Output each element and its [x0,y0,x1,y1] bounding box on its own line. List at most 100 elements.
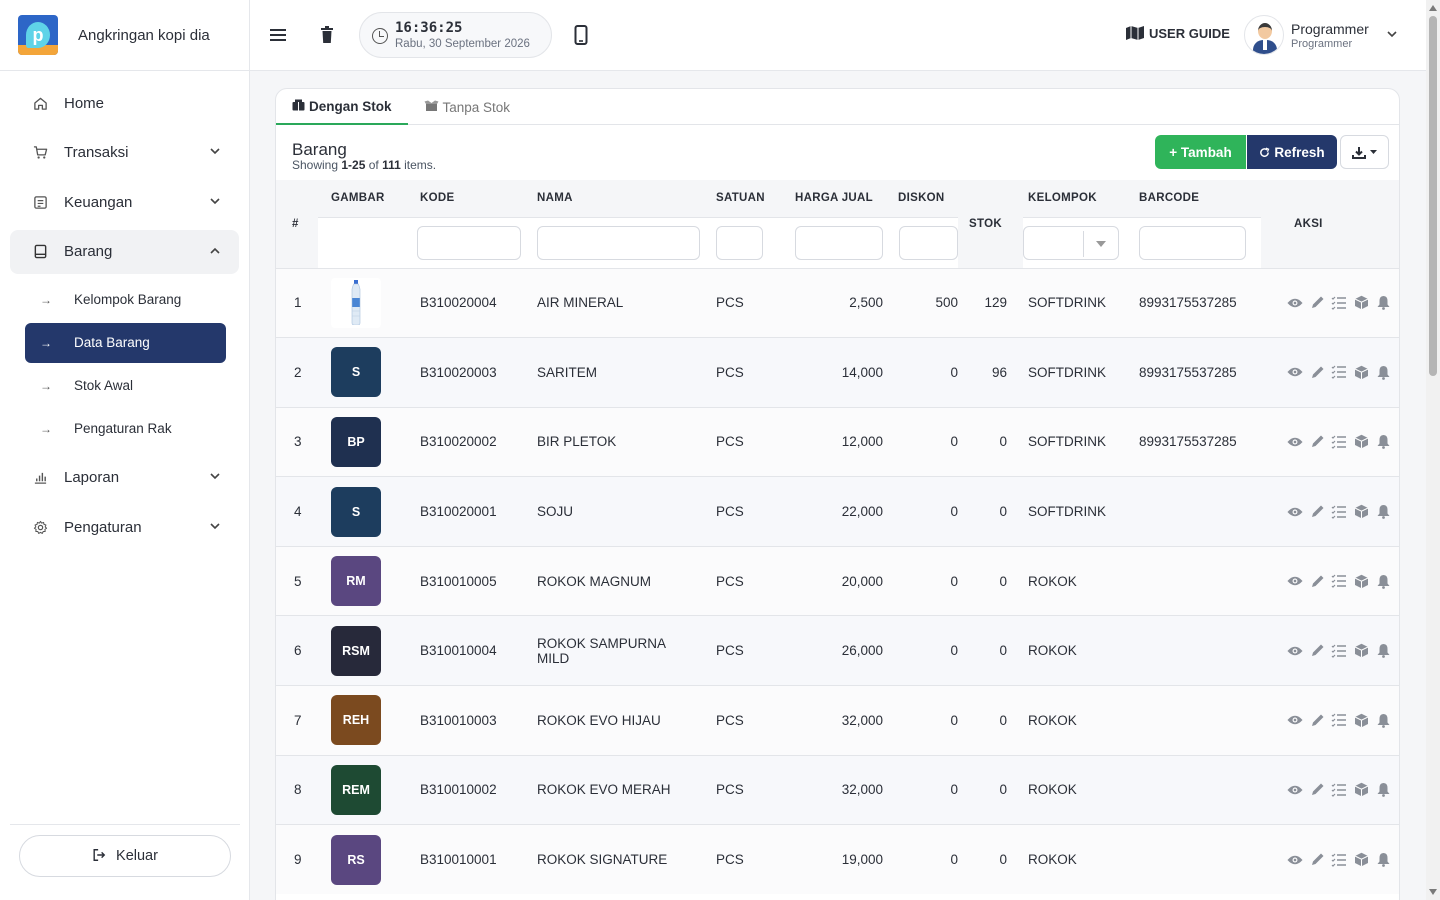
cube-icon[interactable] [1353,643,1369,659]
product-photo[interactable] [331,277,381,328]
scroll-thumb[interactable] [1429,16,1437,376]
table-row[interactable]: 1 B310020004 AIR MINERAL PCS 2,500 500 129 SOFT… [276,267,1399,338]
bell-icon[interactable] [1375,712,1391,728]
checklist-icon[interactable] [1331,364,1347,380]
edit-pencil-icon[interactable] [1309,712,1325,728]
checklist-icon[interactable] [1331,852,1347,868]
edit-pencil-icon[interactable] [1309,852,1325,868]
product-thumbnail[interactable]: REH [331,695,381,746]
cube-icon[interactable] [1353,434,1369,450]
view-icon[interactable] [1287,434,1303,450]
bell-icon[interactable] [1375,295,1391,311]
bell-icon[interactable] [1375,782,1391,798]
col-header-kelompok[interactable]: KELOMPOK [1023,180,1134,217]
col-header-kode[interactable]: KODE [404,180,521,217]
edit-pencil-icon[interactable] [1309,364,1325,380]
user-menu[interactable]: Programmer Programmer [1244,15,1397,55]
tab-dengan-stok[interactable]: Dengan Stok [276,89,408,125]
bell-icon[interactable] [1375,434,1391,450]
trash-icon[interactable] [316,23,338,47]
table-row[interactable]: 5 RM B310010005 ROKOK MAGNUM PCS 20,000 0 0 ROKO… [276,545,1399,616]
cube-icon[interactable] [1353,782,1369,798]
sidebar-item-kelompok-barang[interactable]: → Kelompok Barang [25,280,226,320]
view-icon[interactable] [1287,295,1303,311]
checklist-icon[interactable] [1331,782,1347,798]
bell-icon[interactable] [1375,852,1391,868]
tab-tanpa-stok[interactable]: Tanpa Stok [408,89,527,125]
filter-barcode-input[interactable] [1139,225,1246,260]
filter-satuan-input[interactable] [716,225,763,260]
bell-icon[interactable] [1375,643,1391,659]
bell-icon[interactable] [1375,504,1391,520]
edit-pencil-icon[interactable] [1309,782,1325,798]
sidebar-item-stok-awal[interactable]: → Stok Awal [25,366,226,406]
filter-nama-input[interactable] [537,225,700,260]
page-scrollbar[interactable] [1426,0,1440,900]
table-row[interactable]: 9 RS B310010001 ROKOK SIGNATURE PCS 19,000 0 0 R… [276,824,1399,895]
filter-kelompok-select[interactable] [1023,225,1119,260]
checklist-icon[interactable] [1331,295,1347,311]
product-thumbnail[interactable]: REM [331,764,381,815]
cube-icon[interactable] [1353,573,1369,589]
sidebar-item-transaksi[interactable]: Transaksi [10,131,239,175]
filter-diskon-input[interactable] [899,225,958,260]
edit-pencil-icon[interactable] [1309,504,1325,520]
table-row[interactable]: 2 S B310020003 SARITEM PCS 14,000 0 96 SOFTDRINK… [276,337,1399,408]
filter-kode-input[interactable] [417,225,521,260]
sidebar-item-pengaturan[interactable]: Pengaturan [10,505,239,549]
product-thumbnail[interactable]: S [331,486,381,537]
edit-pencil-icon[interactable] [1309,434,1325,450]
table-row[interactable]: 6 RSM B310010004 ROKOK SAMPURNA MILD PCS 26,0… [276,615,1399,686]
checklist-icon[interactable] [1331,504,1347,520]
product-thumbnail[interactable]: S [331,347,381,398]
cube-icon[interactable] [1353,852,1369,868]
col-header-harga[interactable]: HARGA JUAL [779,180,883,217]
logout-button[interactable]: Keluar [19,835,231,877]
product-thumbnail[interactable]: RSM [331,625,381,676]
user-guide-link[interactable]: USER GUIDE [1125,25,1230,41]
col-header-stok[interactable]: STOK [958,180,1023,268]
sidebar-item-laporan[interactable]: Laporan [10,456,239,500]
product-thumbnail[interactable]: BP [331,416,381,467]
sidebar-item-keuangan[interactable]: Keuangan [10,180,239,224]
view-icon[interactable] [1287,364,1303,380]
add-button[interactable]: + Tambah [1155,135,1246,169]
table-row[interactable]: 7 REH B310010003 ROKOK EVO HIJAU PCS 32,000 0 0… [276,685,1399,756]
table-row[interactable]: 8 REM B310010002 ROKOK EVO MERAH PCS 32,000 0 0… [276,754,1399,825]
sidebar-item-pengaturan-rak[interactable]: → Pengaturan Rak [25,409,226,449]
product-thumbnail[interactable]: RM [331,556,381,607]
view-icon[interactable] [1287,573,1303,589]
cube-icon[interactable] [1353,504,1369,520]
edit-pencil-icon[interactable] [1309,295,1325,311]
cube-icon[interactable] [1353,295,1369,311]
product-thumbnail[interactable]: RS [331,834,381,885]
cube-icon[interactable] [1353,712,1369,728]
bell-icon[interactable] [1375,364,1391,380]
checklist-icon[interactable] [1331,434,1347,450]
refresh-button[interactable]: Refresh [1247,135,1337,169]
col-header-barcode[interactable]: BARCODE [1134,180,1261,217]
bell-icon[interactable] [1375,573,1391,589]
table-row[interactable]: 4 S B310020001 SOJU PCS 22,000 0 0 SOFTDRINK [276,476,1399,547]
sidebar-item-barang[interactable]: Barang [10,229,239,274]
col-header-diskon[interactable]: DISKON [883,180,958,217]
sidebar-item-home[interactable]: Home [10,81,239,125]
view-icon[interactable] [1287,643,1303,659]
edit-pencil-icon[interactable] [1309,573,1325,589]
checklist-icon[interactable] [1331,643,1347,659]
view-icon[interactable] [1287,712,1303,728]
cube-icon[interactable] [1353,364,1369,380]
col-header-nama[interactable]: NAMA [521,180,700,217]
view-icon[interactable] [1287,852,1303,868]
view-icon[interactable] [1287,504,1303,520]
checklist-icon[interactable] [1331,712,1347,728]
filter-harga-input[interactable] [795,225,883,260]
edit-pencil-icon[interactable] [1309,643,1325,659]
scroll-down-icon[interactable] [1429,889,1437,895]
hamburger-menu-icon[interactable] [267,23,289,47]
col-header-satuan[interactable]: SATUAN [700,180,779,217]
table-row[interactable]: 3 BP B310020002 BIR PLETOK PCS 12,000 0 0 SOFTDR… [276,406,1399,477]
scroll-up-icon[interactable] [1429,5,1437,11]
mobile-device-icon[interactable] [570,23,592,47]
view-icon[interactable] [1287,782,1303,798]
